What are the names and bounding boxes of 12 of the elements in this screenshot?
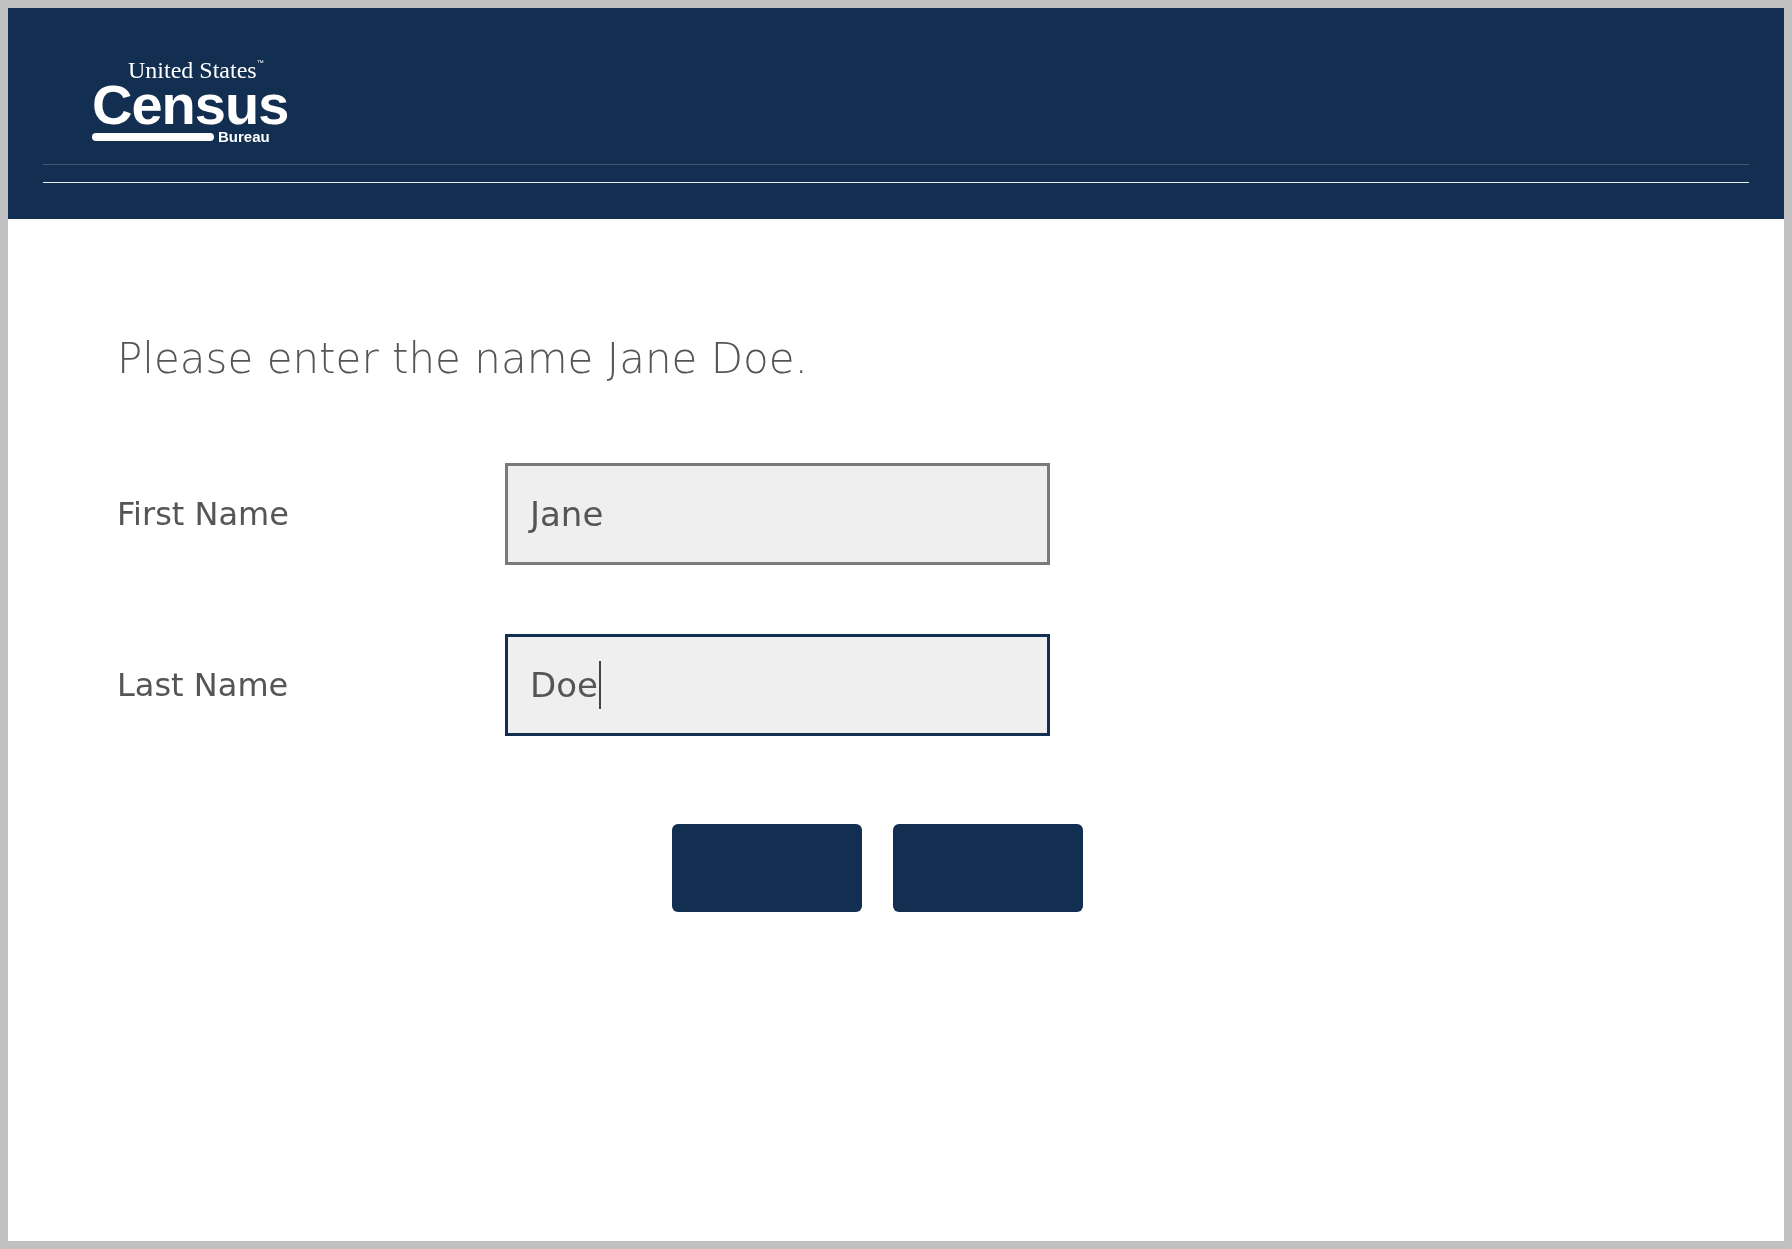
logo-text: Bureau	[218, 129, 270, 145]
text-field[interactable]: Doe	[505, 634, 1050, 736]
logo-text: Census	[92, 82, 290, 128]
button[interactable]	[893, 824, 1083, 912]
button[interactable]	[672, 824, 862, 912]
text-cursor	[598, 661, 601, 709]
instruction-text: Please enter the name Jane Doe.	[117, 334, 809, 383]
logo-bar-icon	[92, 133, 214, 141]
logo-text: United States	[128, 58, 257, 82]
field-label: First Name	[117, 495, 290, 533]
text-field[interactable]: Jane	[505, 463, 1050, 565]
field-label: Last Name	[117, 666, 290, 704]
